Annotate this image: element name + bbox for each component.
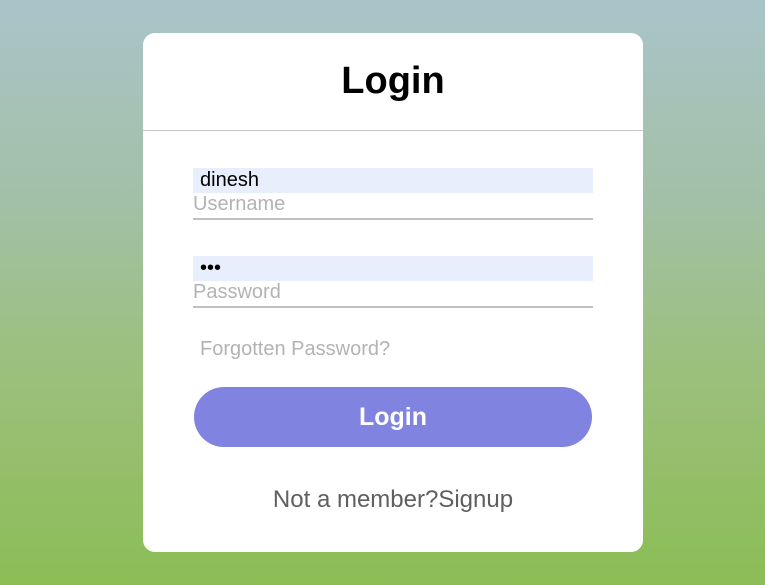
password-label: Password xyxy=(193,281,281,303)
username-field: Username xyxy=(193,168,593,220)
signup-link[interactable]: Signup xyxy=(438,486,513,513)
forgot-password-link[interactable]: Forgotten Password? xyxy=(200,338,390,361)
card-header: Login xyxy=(143,33,643,131)
password-field: Password xyxy=(193,256,593,308)
password-input[interactable] xyxy=(193,256,593,281)
signup-prompt: Not a member? xyxy=(272,486,439,513)
username-label: Username xyxy=(193,193,286,215)
login-button[interactable]: Login xyxy=(194,387,592,447)
page-title: Login xyxy=(341,60,445,102)
username-input[interactable] xyxy=(193,168,593,193)
signup-line: Not a member?Signup xyxy=(143,486,643,514)
login-card: Login Username Password Forgotten Passwo… xyxy=(143,33,643,552)
